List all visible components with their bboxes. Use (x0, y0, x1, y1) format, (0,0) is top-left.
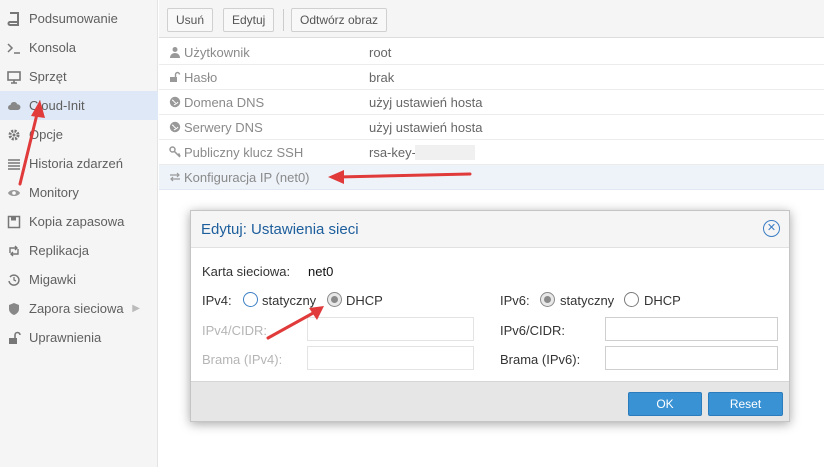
sidebar-item-label: Podsumowanie (29, 11, 118, 26)
floppy-icon (6, 214, 22, 230)
ok-button[interactable]: OK (628, 392, 702, 416)
row-label: Użytkownik (184, 44, 250, 60)
ipv6-cidr-field[interactable] (605, 317, 778, 341)
remove-button[interactable]: Usuń (167, 8, 214, 32)
dialog-header: Edytuj: Ustawienia sieci ✕ (191, 211, 789, 248)
list-icon (6, 156, 22, 172)
sidebar-item-label: Historia zdarzeń (29, 156, 123, 171)
sidebar-item-label: Monitory (29, 185, 79, 200)
ipv4-static-radio[interactable] (243, 292, 258, 307)
edit-button[interactable]: Edytuj (223, 8, 275, 32)
sidebar-item-label: Migawki (29, 272, 76, 287)
gear-icon (6, 127, 22, 143)
sidebar-item-snapshots[interactable]: Migawki (0, 265, 158, 294)
table-row-dns-domain[interactable]: Domena DNS użyj ustawień hosta (159, 90, 824, 115)
user-icon (169, 46, 181, 58)
exchange-icon (169, 171, 181, 183)
key-icon (169, 146, 181, 158)
sidebar-item-firewall[interactable]: Zapora sieciowa ▶ (0, 294, 158, 323)
sidebar-item-monitors[interactable]: Monitory (0, 178, 158, 207)
sidebar-item-label: Replikacja (29, 243, 89, 258)
table-row-ip-config[interactable]: Konfiguracja IP (net0) (159, 165, 824, 190)
table-row-ssh-key[interactable]: Publiczny klucz SSH rsa-key- (159, 140, 824, 165)
sidebar-item-replication[interactable]: Replikacja (0, 236, 158, 265)
row-value: użyj ustawień hosta (369, 94, 483, 110)
sidebar-item-label: Uprawnienia (29, 330, 102, 345)
unlock-icon (169, 71, 181, 83)
sidebar-item-label: Opcje (29, 127, 63, 142)
sidebar-item-label: Cloud-Init (29, 98, 85, 113)
terminal-icon (6, 40, 22, 56)
row-value: użyj ustawień hosta (369, 119, 483, 135)
ipv4-cidr-label: IPv4/CIDR: (202, 323, 268, 338)
table-row-user[interactable]: Użytkownik root (159, 40, 824, 65)
ipv4-dhcp-label[interactable]: DHCP (346, 293, 383, 308)
row-value: rsa-key- (369, 144, 416, 160)
cloud-icon (6, 98, 22, 114)
sidebar-item-options[interactable]: Opcje (0, 120, 158, 149)
network-settings-dialog: Edytuj: Ustawienia sieci ✕ Karta sieciow… (190, 210, 790, 422)
ipv4-cidr-field[interactable] (307, 317, 474, 341)
sidebar-item-backup[interactable]: Kopia zapasowa (0, 207, 158, 236)
sidebar-item-summary[interactable]: Podsumowanie (0, 4, 158, 33)
redacted-key-block (415, 145, 475, 160)
sidebar-item-task-history[interactable]: Historia zdarzeń (0, 149, 158, 178)
ipv6-gateway-field[interactable] (605, 346, 778, 370)
ipv6-gateway-label: Brama (IPv6): (500, 352, 581, 367)
ipv6-dhcp-radio[interactable] (624, 292, 639, 307)
reset-button[interactable]: Reset (708, 392, 783, 416)
sidebar: Podsumowanie Konsola Sprzęt Cloud-Init O… (0, 0, 158, 467)
ipv4-static-label[interactable]: statyczny (262, 293, 316, 308)
sidebar-item-cloud-init[interactable]: Cloud-Init (0, 91, 158, 120)
row-label: Hasło (184, 69, 218, 85)
row-value: brak (369, 69, 395, 85)
row-label: Konfiguracja IP (net0) (184, 169, 310, 185)
monitor-icon (6, 69, 22, 85)
ipv6-label: IPv6: (500, 293, 530, 308)
ipv4-gateway-field[interactable] (307, 346, 474, 370)
table-row-password[interactable]: Hasło brak (159, 65, 824, 90)
shield-icon (6, 301, 22, 317)
toolbar-separator (283, 9, 284, 31)
dialog-footer: OK Reset (191, 381, 789, 421)
book-icon (6, 11, 22, 27)
globe-icon (169, 96, 181, 108)
table-row-dns-servers[interactable]: Serwery DNS użyj ustawień hosta (159, 115, 824, 140)
history-icon (6, 272, 22, 288)
sidebar-item-hardware[interactable]: Sprzęt (0, 62, 158, 91)
sidebar-item-permissions[interactable]: Uprawnienia (0, 323, 158, 352)
toolbar: Usuń Edytuj Odtwórz obraz (159, 0, 824, 38)
eye-icon (6, 185, 22, 201)
sidebar-item-label: Konsola (29, 40, 76, 55)
ipv6-cidr-label: IPv6/CIDR: (500, 323, 566, 338)
sidebar-item-label: Sprzęt (29, 69, 67, 84)
ipv6-static-label[interactable]: statyczny (560, 293, 614, 308)
ipv6-static-radio[interactable] (540, 292, 555, 307)
row-value: root (369, 44, 392, 60)
row-label: Publiczny klucz SSH (184, 144, 304, 160)
unlock-icon (6, 330, 22, 346)
ipv4-gateway-label: Brama (IPv4): (202, 352, 283, 367)
nic-value: net0 (308, 264, 334, 279)
row-label: Serwery DNS (184, 119, 263, 135)
retweet-icon (6, 243, 22, 259)
sidebar-item-label: Kopia zapasowa (29, 214, 125, 229)
ipv6-dhcp-label[interactable]: DHCP (644, 293, 681, 308)
dialog-title: Edytuj: Ustawienia sieci (201, 221, 359, 238)
ipv4-dhcp-radio[interactable] (327, 292, 342, 307)
close-icon[interactable]: ✕ (763, 220, 780, 237)
chevron-right-icon: ▶ (132, 303, 140, 314)
sidebar-item-console[interactable]: Konsola (0, 33, 158, 62)
globe-icon (169, 121, 181, 133)
sidebar-item-label: Zapora sieciowa (29, 301, 124, 316)
nic-label: Karta sieciowa: (202, 264, 291, 279)
row-label: Domena DNS (184, 94, 265, 110)
regenerate-image-button[interactable]: Odtwórz obraz (291, 8, 388, 32)
ipv4-label: IPv4: (202, 293, 232, 308)
